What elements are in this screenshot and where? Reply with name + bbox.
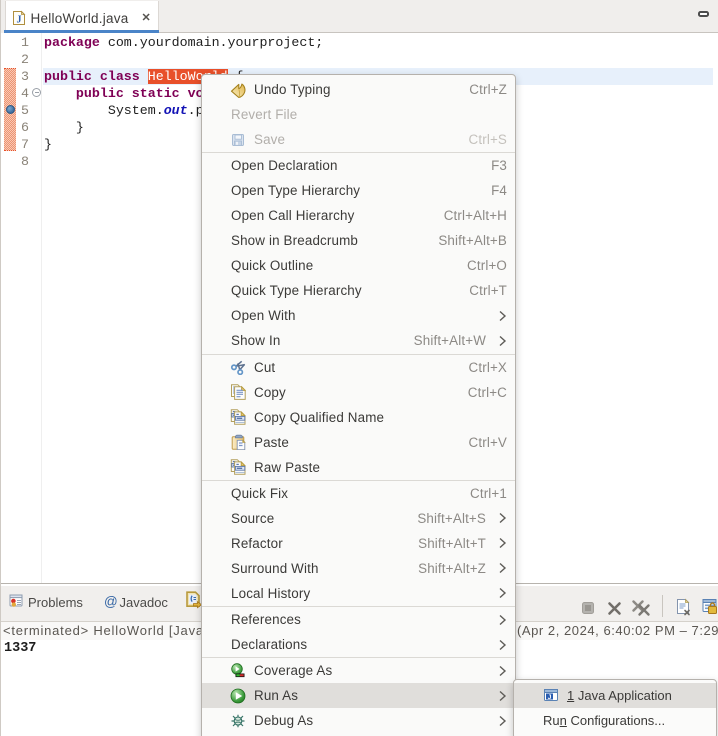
- svg-text:J: J: [548, 694, 552, 701]
- svg-text:J: J: [16, 14, 21, 25]
